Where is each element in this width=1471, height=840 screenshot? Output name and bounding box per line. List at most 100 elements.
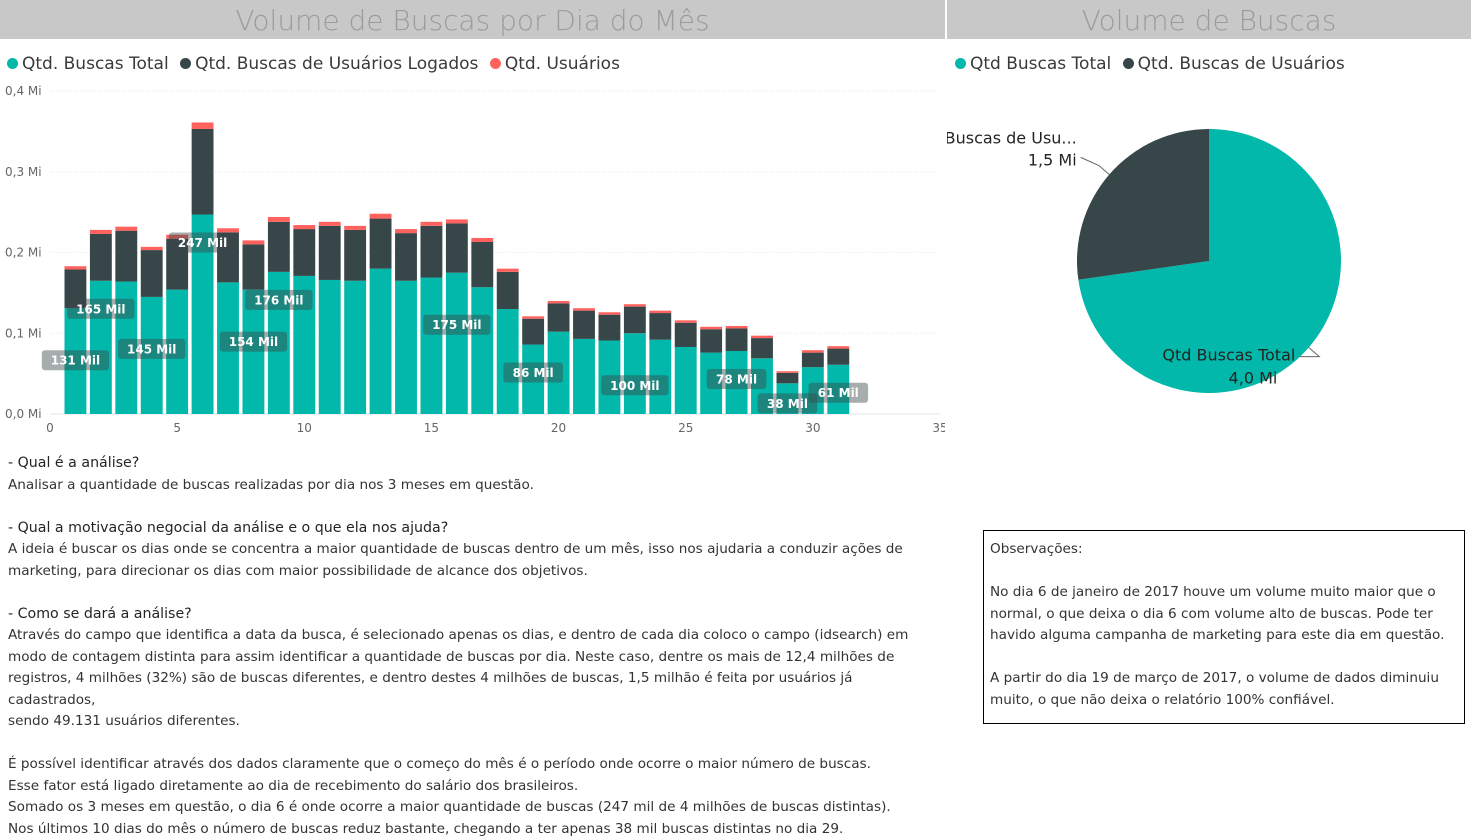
data-label: 100 Mil bbox=[601, 375, 668, 395]
bar-segment-buscas-total bbox=[675, 347, 697, 414]
bar-segment-usuarios bbox=[115, 227, 137, 231]
data-label: 131 Mil bbox=[42, 350, 109, 370]
bar-segment-usuarios bbox=[268, 217, 290, 222]
data-label-text: 61 Mil bbox=[818, 386, 859, 400]
y-tick-label: 0,1 Mi bbox=[5, 326, 42, 340]
bar-segment-usuarios bbox=[573, 308, 595, 310]
y-tick-label: 0,2 Mi bbox=[5, 246, 42, 260]
bar-chart-title: Volume de Buscas por Dia do Mês bbox=[0, 0, 945, 39]
bar-segment-usuarios bbox=[649, 311, 671, 313]
bar-segment-usuarios bbox=[726, 326, 748, 328]
data-label: 61 Mil bbox=[808, 383, 868, 403]
legend-label: Qtd. Buscas de Usuários bbox=[1138, 54, 1345, 74]
legend-label: Qtd Buscas Total bbox=[970, 54, 1111, 74]
bar-segment-buscas-logados bbox=[115, 231, 137, 282]
data-label: 176 Mil bbox=[245, 290, 312, 310]
observation-line: No dia 6 de janeiro de 2017 houve um vol… bbox=[990, 582, 1458, 604]
stacked-bar-chart[interactable]: 0,0 Mi0,1 Mi0,2 Mi0,3 Mi0,4 Mi0510152025… bbox=[0, 78, 945, 440]
bar-segment-usuarios bbox=[675, 320, 697, 322]
answer-2-line: A ideia é buscar os dias onde se concent… bbox=[8, 539, 938, 561]
bar-segment-buscas-logados bbox=[827, 349, 849, 365]
legend-dot-icon bbox=[7, 58, 18, 69]
bar-segment-buscas-logados bbox=[344, 230, 366, 281]
question-2: - Qual a motivação negocial da análise e… bbox=[8, 518, 938, 540]
bar-segment-buscas-logados bbox=[624, 307, 646, 334]
bar-segment-usuarios bbox=[471, 238, 493, 242]
bar-segment-buscas-logados bbox=[242, 244, 264, 289]
bar-segment-usuarios bbox=[90, 230, 112, 234]
legend-item-buscas-total[interactable]: Qtd. Buscas Total bbox=[7, 54, 169, 74]
bar-segment-buscas-logados bbox=[395, 233, 417, 281]
data-label-text: 175 Mil bbox=[432, 318, 481, 332]
data-label: 38 Mil bbox=[758, 393, 818, 413]
x-tick-label: 15 bbox=[424, 421, 439, 435]
answer-1: Analisar a quantidade de buscas realizad… bbox=[8, 475, 938, 497]
conclusion-line: Somado os 3 meses em questão, o dia 6 é … bbox=[8, 797, 938, 819]
bar-segment-buscas-logados bbox=[370, 219, 392, 269]
pie-label-value: 1,5 Mi bbox=[1028, 150, 1077, 169]
bar-segment-usuarios bbox=[319, 222, 341, 226]
bar-segment-buscas-logados bbox=[573, 311, 595, 339]
data-label: 247 Mil bbox=[169, 233, 236, 253]
data-label-text: 100 Mil bbox=[610, 379, 659, 393]
y-tick-label: 0,0 Mi bbox=[5, 407, 42, 421]
answer-3-line: sendo 49.131 usuários diferentes. bbox=[8, 711, 938, 733]
pie-label-category: Qtd Buscas Total bbox=[1162, 346, 1295, 365]
bar-segment-usuarios bbox=[802, 350, 824, 352]
bar-segment-usuarios bbox=[344, 226, 366, 230]
bar-segment-usuarios bbox=[446, 219, 468, 223]
bar-segment-usuarios bbox=[598, 312, 620, 314]
bar-segment-buscas-logados bbox=[446, 223, 468, 272]
data-label-text: 78 Mil bbox=[716, 373, 757, 387]
bar-segment-buscas-logados bbox=[471, 242, 493, 287]
bar-segment-buscas-total bbox=[446, 273, 468, 414]
conclusion-line: Nos últimos 10 dias do mês o número de b… bbox=[8, 819, 938, 840]
bar-segment-buscas-logados bbox=[268, 222, 290, 272]
question-1: - Qual é a análise? bbox=[8, 453, 938, 475]
data-label-text: 131 Mil bbox=[51, 354, 100, 368]
x-tick-label: 20 bbox=[551, 421, 566, 435]
x-tick-label: 30 bbox=[805, 421, 820, 435]
bar-segment-usuarios bbox=[192, 122, 214, 128]
legend-label: Qtd. Usuários bbox=[505, 54, 620, 74]
bar-segment-usuarios bbox=[548, 301, 570, 303]
answer-3-line: registros, 4 milhões (32%) são de buscas… bbox=[8, 668, 938, 711]
bar-segment-buscas-logados bbox=[192, 129, 214, 215]
legend-item-buscas-total[interactable]: Qtd Buscas Total bbox=[955, 54, 1111, 74]
data-label: 175 Mil bbox=[423, 315, 490, 335]
pie-chart[interactable]: Qtd Buscas Total4,0 MiQtd. Buscas de Usu… bbox=[947, 90, 1471, 440]
legend-item-usuarios[interactable]: Qtd. Usuários bbox=[490, 54, 620, 74]
bar-segment-usuarios bbox=[700, 327, 722, 329]
legend-item-buscas-usuarios[interactable]: Qtd. Buscas de Usuários bbox=[1123, 54, 1345, 74]
legend-dot-icon bbox=[955, 58, 966, 69]
question-3: - Como se dará a análise? bbox=[8, 604, 938, 626]
bar-segment-usuarios bbox=[141, 247, 163, 250]
observation-line: normal, o que deixa o dia 6 com volume a… bbox=[990, 604, 1458, 626]
bar-segment-usuarios bbox=[420, 222, 442, 226]
data-label: 86 Mil bbox=[503, 363, 563, 383]
bar-segment-usuarios bbox=[751, 336, 773, 338]
data-label: 165 Mil bbox=[67, 299, 134, 319]
legend-dot-icon bbox=[1123, 58, 1134, 69]
bar-segment-buscas-total bbox=[370, 269, 392, 414]
pie-chart-title: Volume de Buscas bbox=[947, 0, 1471, 39]
bar-segment-buscas-logados bbox=[522, 319, 544, 345]
bar-segment-usuarios bbox=[370, 214, 392, 219]
bar-segment-buscas-logados bbox=[726, 328, 748, 351]
bar-segment-usuarios bbox=[64, 266, 86, 269]
bar-segment-buscas-total bbox=[319, 280, 341, 414]
x-tick-label: 5 bbox=[173, 421, 181, 435]
pie-leader-line bbox=[1081, 157, 1110, 174]
data-label-text: 86 Mil bbox=[513, 366, 554, 380]
data-label-text: 247 Mil bbox=[178, 236, 227, 250]
legend-dot-icon bbox=[180, 58, 191, 69]
legend-dot-icon bbox=[490, 58, 501, 69]
x-tick-label: 35 bbox=[932, 421, 945, 435]
legend-item-buscas-logados[interactable]: Qtd. Buscas de Usuários Logados bbox=[180, 54, 478, 74]
analysis-text: - Qual é a análise? Analisar a quantidad… bbox=[8, 453, 938, 840]
data-label-text: 165 Mil bbox=[76, 302, 125, 316]
bar-segment-buscas-logados bbox=[776, 373, 798, 383]
legend-label: Qtd. Buscas de Usuários Logados bbox=[195, 54, 478, 74]
bar-segment-buscas-total bbox=[395, 281, 417, 414]
bar-segment-buscas-total bbox=[471, 287, 493, 414]
